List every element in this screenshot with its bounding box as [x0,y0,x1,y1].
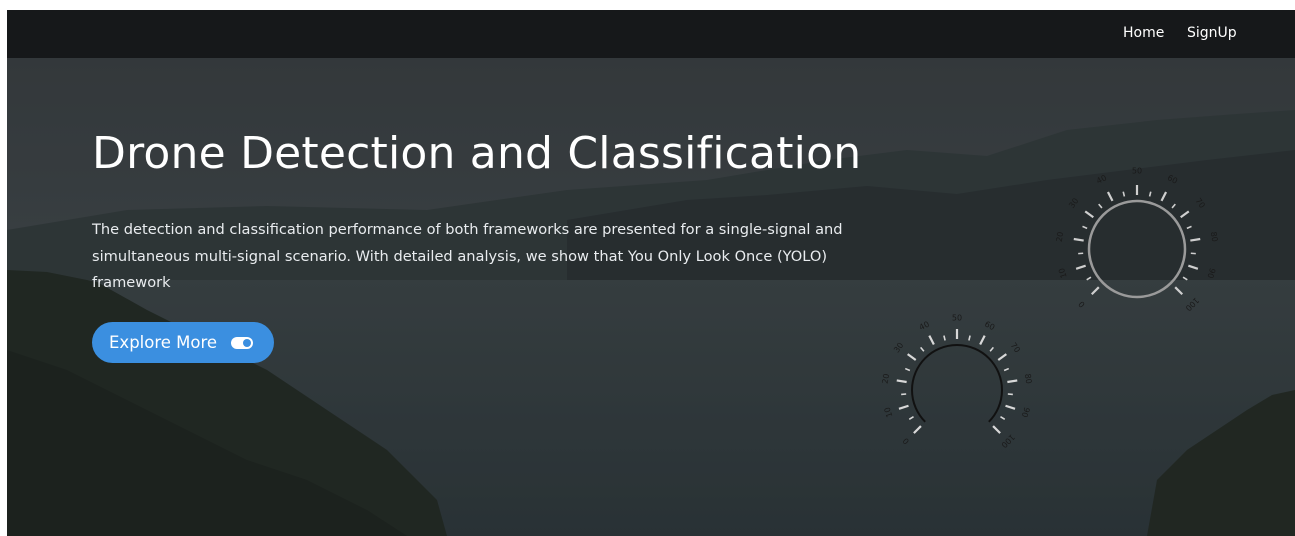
explore-more-label: Explore More [109,333,218,352]
gauge-major-tick [898,404,909,410]
gauge-minor-tick [908,415,914,420]
gauge-tick-label: 50 [952,314,962,323]
gauge-ring [1087,199,1187,299]
gauge-tick-label: 40 [1095,173,1108,186]
gauge-major-tick [1007,379,1018,384]
gauge-tick-label: 80 [1209,231,1219,242]
gauge-major-tick [1180,210,1190,219]
gauge-tick-label: 40 [918,320,931,333]
gauge-major-tick [913,425,922,434]
gauge-tick-label: 10 [883,406,895,418]
gauge-2: 0 10 20 30 40 50 60 70 80 90 100 [881,314,1034,450]
gauge-minor-tick [1171,203,1176,209]
gauge-major-tick [1090,286,1100,296]
gauge-minor-tick [1082,225,1088,230]
gauge-major-tick [1190,237,1201,242]
gauge-minor-tick [943,335,946,341]
gauge-tick-label: 100 [1184,296,1201,313]
gauge-tick-label: 50 [1132,167,1142,176]
gauge-tick-label: 30 [892,341,905,355]
gauge-tick-label: 70 [1009,341,1022,355]
gauge-major-tick [1073,237,1084,242]
hero-description: The detection and classification perform… [92,221,843,291]
nav-home-link[interactable]: Home [1123,25,1164,41]
gauge-tick-label: 0 [901,436,911,446]
gauge-1: 0 10 20 30 40 50 60 70 80 90 100 [1055,167,1220,313]
gauge-tick-label: 80 [1023,373,1033,384]
gauge-minor-tick [1122,191,1126,197]
gauge-major-tick [1075,264,1086,270]
gauge-major-tick [907,353,917,361]
gauge-major-tick [928,335,935,346]
gauge-major-tick [1160,191,1168,202]
gauge-tick-label: 100 [999,432,1016,449]
gauge-minor-tick [1182,276,1188,281]
gauge-major-tick [1084,210,1094,219]
gauge-tick-label: 20 [1055,231,1065,242]
gauge-major-tick [1005,404,1016,410]
toggle-on-icon [231,336,254,349]
gauge-tick-label: 60 [983,320,996,333]
gauge-tick-label: 30 [1067,196,1080,210]
gauge-major-tick [896,379,907,384]
page-frame: Home SignUp Drone Detection and Classifi… [7,10,1295,536]
gauge-tick-label: 20 [881,373,891,384]
gauge-tick-label: 90 [1020,406,1032,418]
gauge-tick-label: 70 [1193,196,1206,210]
gauge-major-tick [1188,264,1199,270]
gauge-major-tick [997,353,1007,361]
gauge-major-tick [1174,286,1184,296]
gauge-minor-tick [1148,191,1152,197]
gauge-minor-tick [1086,276,1092,281]
gauge-minor-tick [989,346,994,352]
gauge-tick-label: 60 [1166,173,1179,186]
gauge-major-tick [1106,191,1114,202]
gauge-minor-tick [968,335,971,341]
gauge-minor-tick [1098,203,1103,209]
gauge-tick-label: 10 [1057,267,1069,279]
gauge-major-tick [992,425,1001,434]
gauge-minor-tick [1000,415,1006,420]
gauge-minor-tick [920,346,925,352]
gauge-arc [911,344,1003,423]
hero-title: Drone Detection and Classification [92,128,862,179]
gauge-minor-tick [1003,367,1010,372]
navbar: Home SignUp [7,10,1295,58]
gauge-major-tick [979,335,986,346]
gauge-tick-label: 0 [1077,299,1087,309]
gauge-minor-tick [1186,225,1192,230]
gauge-minor-tick [904,367,911,372]
explore-more-button[interactable]: Explore More [92,322,274,363]
gauge-tick-label: 90 [1205,267,1217,279]
nav-signup-link[interactable]: SignUp [1187,25,1237,41]
